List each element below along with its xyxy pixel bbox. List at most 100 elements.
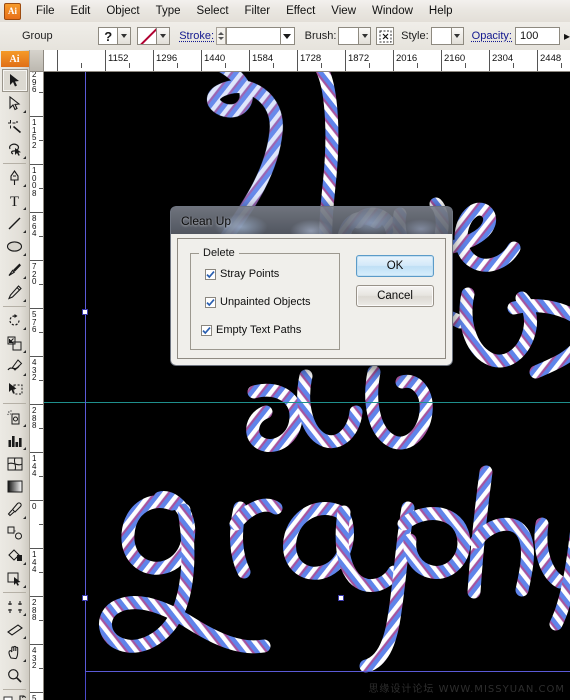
live-paint-bucket-tool[interactable] xyxy=(2,544,28,567)
menu-filter[interactable]: Filter xyxy=(237,3,279,19)
free-transform-tool[interactable] xyxy=(2,378,28,401)
menu-view[interactable]: View xyxy=(323,3,364,19)
column-graph-tool[interactable] xyxy=(2,429,28,452)
style-label: Style: xyxy=(401,30,429,42)
menu-select[interactable]: Select xyxy=(189,3,237,19)
brush-dropdown-arrow[interactable] xyxy=(359,27,372,45)
cancel-button[interactable]: Cancel xyxy=(356,285,434,307)
ruler-label-char: 6 xyxy=(32,325,37,334)
menu-object[interactable]: Object xyxy=(98,3,147,19)
vertical-ruler[interactable]: 2961152100886472057643228814401442884325 xyxy=(30,72,44,700)
menu-help[interactable]: Help xyxy=(421,3,461,19)
checkbox-row-stray-points[interactable]: Stray Points xyxy=(205,268,279,280)
menu-effect[interactable]: Effect xyxy=(278,3,323,19)
fill-stroke-indicator[interactable] xyxy=(2,692,28,700)
mesh-tool[interactable] xyxy=(2,452,28,475)
unpainted-objects-checkbox[interactable] xyxy=(205,296,216,308)
ok-button[interactable]: OK xyxy=(356,255,434,277)
svg-text:T: T xyxy=(10,194,19,208)
style-swatch[interactable] xyxy=(430,27,452,45)
brush-label: Brush: xyxy=(304,30,337,42)
appearance-icon[interactable] xyxy=(376,27,395,45)
selection-tool[interactable] xyxy=(1,69,28,92)
pen-tool[interactable] xyxy=(2,166,28,189)
ruler-label: 296 xyxy=(32,72,42,94)
slice-tool[interactable] xyxy=(2,618,28,641)
ruler-corner[interactable] xyxy=(30,50,44,72)
ruler-label: 144 xyxy=(32,551,42,574)
ruler-tick xyxy=(30,356,43,357)
ruler-tick-minor xyxy=(177,63,178,68)
ruler-tick xyxy=(30,164,43,165)
ruler-tick xyxy=(201,50,202,71)
ruler-label: 288 xyxy=(32,599,42,622)
crop-area-tool[interactable] xyxy=(2,595,28,618)
ruler-tick xyxy=(30,692,43,693)
empty-text-paths-checkbox[interactable] xyxy=(201,324,212,336)
ruler-tick xyxy=(489,50,490,71)
paintbrush-tool[interactable] xyxy=(2,258,28,281)
ruler-label-char: 2 xyxy=(32,661,37,670)
scale-tool[interactable] xyxy=(2,332,28,355)
empty-text-paths-label: Empty Text Paths xyxy=(216,324,302,336)
ruler-label-char: 4 xyxy=(32,229,37,238)
pencil-tool[interactable] xyxy=(2,281,28,304)
direct-selection-tool[interactable] xyxy=(2,92,28,115)
clean-up-dialog: Clean Up Delete Stray Points Unpainted O… xyxy=(170,206,453,366)
ruler-label: 1152 xyxy=(32,119,42,149)
rotate-tool[interactable] xyxy=(2,309,28,332)
ruler-tick xyxy=(57,50,58,71)
hand-tool[interactable] xyxy=(2,641,28,664)
selection-handle-bottom-center[interactable] xyxy=(338,595,344,601)
ruler-tick-minor xyxy=(417,63,418,68)
ruler-label-char: 2 xyxy=(32,140,37,150)
dialog-title-bar[interactable]: Clean Up xyxy=(170,206,453,234)
checkbox-row-unpainted-objects[interactable]: Unpainted Objects xyxy=(205,296,311,308)
ruler-label: 0 xyxy=(32,503,42,511)
menu-file[interactable]: File xyxy=(28,3,63,19)
ruler-tick-minor xyxy=(513,63,514,68)
menu-type[interactable]: Type xyxy=(148,3,189,19)
symbol-sprayer-tool[interactable] xyxy=(2,406,28,429)
ruler-tick xyxy=(153,50,154,71)
warp-tool[interactable] xyxy=(2,355,28,378)
opacity-input[interactable]: 100 xyxy=(515,27,560,45)
stray-points-checkbox[interactable] xyxy=(205,268,216,280)
selection-handle-middle-left[interactable] xyxy=(82,309,88,315)
ruler-tick xyxy=(30,596,43,597)
zoom-tool[interactable] xyxy=(2,664,28,687)
horizontal-ruler[interactable]: 1152 1296 1440 1584 1728 1872 2016 2160 2304 2448 xyxy=(44,50,570,72)
ellipse-tool[interactable] xyxy=(2,235,28,258)
lasso-tool[interactable] xyxy=(2,138,28,161)
type-tool[interactable]: T xyxy=(2,189,28,212)
stroke-label[interactable]: Stroke: xyxy=(179,30,214,42)
gradient-tool[interactable] xyxy=(2,475,28,498)
opacity-label[interactable]: Opacity: xyxy=(472,30,512,42)
ruler-tick xyxy=(30,308,43,309)
blend-tool[interactable] xyxy=(2,521,28,544)
ruler-tick xyxy=(30,116,43,117)
checkbox-row-empty-text-paths[interactable]: Empty Text Paths xyxy=(201,324,301,336)
style-dropdown-arrow[interactable] xyxy=(451,27,464,45)
eyedropper-tool[interactable] xyxy=(2,498,28,521)
stroke-dropdown-arrow[interactable] xyxy=(157,27,171,45)
dialog-body: Delete Stray Points Unpainted Objects Em… xyxy=(170,234,453,366)
ruler-tick xyxy=(537,50,538,71)
selection-handle-bottom-left[interactable] xyxy=(82,595,88,601)
fill-dropdown-arrow[interactable] xyxy=(118,27,132,45)
brush-swatch[interactable] xyxy=(338,27,360,45)
line-segment-tool[interactable] xyxy=(2,212,28,235)
ruler-label: 1584 xyxy=(252,53,274,64)
watermark: 思缘设计论坛 WWW.MISSYUAN.COM xyxy=(368,684,565,695)
magic-wand-tool[interactable] xyxy=(2,115,28,138)
fill-swatch[interactable]: ? xyxy=(98,27,119,45)
stroke-weight-input[interactable] xyxy=(226,27,281,45)
stroke-weight-stepper[interactable] xyxy=(216,27,227,45)
live-paint-selection-tool[interactable] xyxy=(2,567,28,590)
control-bar-overflow-icon[interactable]: ▸ xyxy=(564,29,570,43)
artboard-canvas[interactable]: 思缘设计论坛 WWW.MISSYUAN.COM xyxy=(44,72,570,700)
menu-edit[interactable]: Edit xyxy=(63,3,99,19)
stroke-weight-dropdown-arrow[interactable] xyxy=(280,27,295,45)
stroke-swatch[interactable] xyxy=(137,27,158,45)
menu-window[interactable]: Window xyxy=(364,3,421,19)
